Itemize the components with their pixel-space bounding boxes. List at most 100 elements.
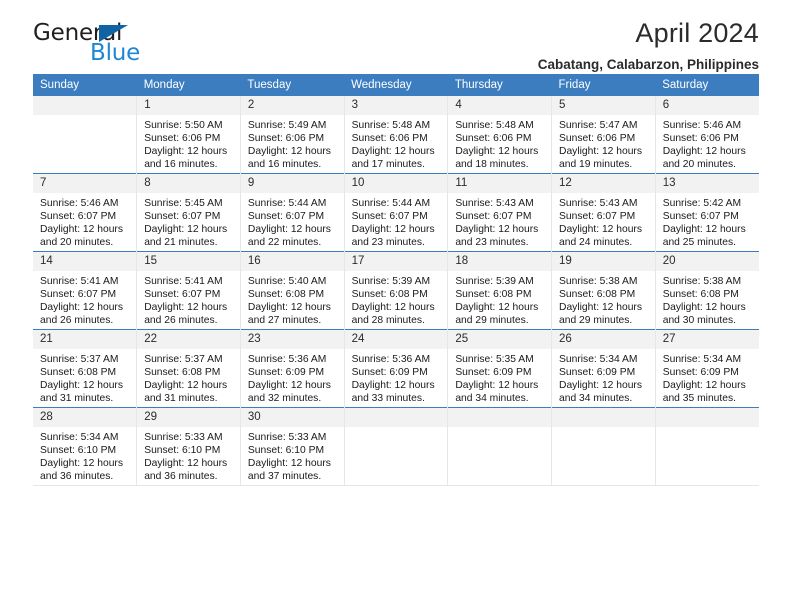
weekday-header-row: Sunday Monday Tuesday Wednesday Thursday Frid… [33, 74, 759, 96]
sunrise-time: Sunrise: 5:38 AM [559, 276, 638, 287]
day-number: 26 [552, 330, 655, 349]
daylight-duration-line1: Daylight: 12 hours [662, 380, 746, 392]
day-details: Sunrise: 5:41 AM Sunset: 6:07 PM Daylight:… [33, 271, 136, 327]
day-number: 8 [137, 174, 240, 193]
day-number: 7 [33, 174, 137, 193]
daylight-duration-line1: Daylight: 12 hours [40, 458, 123, 470]
calendar-day-cell[interactable]: 1 Sunrise: 5:50 AM Sunset: 6:06 PM Daylight… [136, 96, 241, 174]
weekday-header-wednesday: Wednesday [344, 74, 448, 96]
sunset-time: Sunset: 6:06 PM [351, 133, 428, 145]
sunset-time: Sunset: 6:07 PM [662, 211, 739, 223]
calendar-day-cell[interactable]: 14 Sunrise: 5:41 AM Sunset: 6:07 PM Dayligh… [33, 251, 137, 330]
calendar-day-cell[interactable]: 6 Sunrise: 5:46 AM Sunset: 6:06 PM Daylight… [654, 96, 759, 174]
day-number: 1 [137, 96, 240, 115]
daylight-duration-line2: and 18 minutes. [455, 159, 529, 171]
sunrise-sunset-calendar: Sunday Monday Tuesday Wednesday Thursday Frid… [33, 74, 759, 486]
calendar-day-cell[interactable]: 7 Sunrise: 5:46 AM Sunset: 6:07 PM Daylight… [33, 173, 137, 252]
weekday-header-thursday: Thursday [447, 74, 552, 96]
calendar-day-cell[interactable]: 3 Sunrise: 5:48 AM Sunset: 6:06 PM Daylight… [343, 96, 448, 174]
day-details: Sunrise: 5:48 AM Sunset: 6:06 PM Daylight:… [448, 115, 551, 171]
sunset-time: Sunset: 6:06 PM [559, 133, 636, 145]
sunset-time: Sunset: 6:10 PM [144, 445, 221, 457]
sunrise-time: Sunrise: 5:40 AM [247, 276, 327, 287]
calendar-day-cell[interactable]: 15 Sunrise: 5:41 AM Sunset: 6:07 PM Dayligh… [136, 251, 241, 330]
daylight-duration-line2: and 26 minutes. [40, 315, 114, 327]
calendar-day-cell[interactable]: 30 Sunrise: 5:33 AM Sunset: 6:10 PM Dayligh… [239, 407, 345, 486]
day-number: 3 [344, 96, 448, 115]
daylight-duration-line2: and 26 minutes. [144, 315, 218, 327]
sunset-time: Sunset: 6:06 PM [247, 133, 325, 145]
day-number: 29 [137, 408, 240, 427]
calendar-week-row: 21 Sunrise: 5:37 AM Sunset: 6:08 PM Dayligh… [33, 329, 759, 408]
day-details: Sunrise: 5:37 AM Sunset: 6:08 PM Daylight:… [137, 349, 240, 405]
day-number [552, 408, 655, 427]
weekday-header-friday: Friday [551, 74, 656, 96]
day-details: Sunrise: 5:47 AM Sunset: 6:06 PM Daylight:… [552, 115, 655, 171]
calendar-day-cell[interactable]: 11 Sunrise: 5:43 AM Sunset: 6:07 PM Dayligh… [447, 173, 552, 252]
daylight-duration-line2: and 31 minutes. [40, 393, 114, 405]
day-details: Sunrise: 5:48 AM Sunset: 6:06 PM Daylight:… [345, 115, 448, 171]
daylight-duration-line2: and 23 minutes. [455, 237, 529, 249]
daylight-duration-line1: Daylight: 12 hours [247, 302, 331, 314]
calendar-day-cell[interactable]: 17 Sunrise: 5:39 AM Sunset: 6:08 PM Dayligh… [343, 251, 448, 330]
calendar-day-cell[interactable]: 29 Sunrise: 5:33 AM Sunset: 6:10 PM Dayligh… [136, 407, 241, 486]
day-number: 25 [448, 330, 552, 349]
calendar-cell-empty [343, 407, 448, 486]
day-number: 23 [240, 330, 344, 349]
calendar-day-cell[interactable]: 27 Sunrise: 5:34 AM Sunset: 6:09 PM Dayligh… [654, 329, 759, 408]
day-details: Sunrise: 5:38 AM Sunset: 6:08 PM Daylight:… [656, 271, 759, 327]
sunset-time: Sunset: 6:07 PM [40, 211, 117, 223]
calendar-day-cell[interactable]: 16 Sunrise: 5:40 AM Sunset: 6:08 PM Dayligh… [239, 251, 345, 330]
daylight-duration-line2: and 34 minutes. [559, 393, 633, 405]
calendar-day-cell[interactable]: 28 Sunrise: 5:34 AM Sunset: 6:10 PM Dayligh… [33, 407, 137, 486]
calendar-day-cell[interactable]: 25 Sunrise: 5:35 AM Sunset: 6:09 PM Dayligh… [447, 329, 552, 408]
day-details: Sunrise: 5:35 AM Sunset: 6:09 PM Daylight:… [448, 349, 551, 405]
general-blue-logo[interactable]: General Blue [33, 22, 273, 70]
calendar-day-cell[interactable]: 22 Sunrise: 5:37 AM Sunset: 6:08 PM Dayligh… [136, 329, 241, 408]
calendar-day-cell[interactable]: 19 Sunrise: 5:38 AM Sunset: 6:08 PM Dayligh… [551, 251, 656, 330]
day-details: Sunrise: 5:42 AM Sunset: 6:07 PM Daylight:… [656, 193, 759, 249]
sunset-time: Sunset: 6:07 PM [455, 211, 532, 223]
daylight-duration-line1: Daylight: 12 hours [559, 146, 643, 158]
sunset-time: Sunset: 6:07 PM [247, 211, 325, 223]
sunset-time: Sunset: 6:09 PM [247, 367, 325, 379]
calendar-day-cell[interactable]: 23 Sunrise: 5:36 AM Sunset: 6:09 PM Dayligh… [239, 329, 345, 408]
day-details: Sunrise: 5:41 AM Sunset: 6:07 PM Daylight:… [137, 271, 240, 327]
day-number: 27 [655, 330, 759, 349]
calendar-cell-empty [447, 407, 552, 486]
sunset-time: Sunset: 6:08 PM [559, 289, 636, 301]
calendar-day-cell[interactable]: 13 Sunrise: 5:42 AM Sunset: 6:07 PM Dayligh… [654, 173, 759, 252]
daylight-duration-line1: Daylight: 12 hours [662, 302, 746, 314]
sunset-time: Sunset: 6:08 PM [247, 289, 325, 301]
daylight-duration-line2: and 21 minutes. [144, 237, 218, 249]
calendar-day-cell[interactable]: 20 Sunrise: 5:38 AM Sunset: 6:08 PM Dayligh… [654, 251, 759, 330]
day-number [448, 408, 552, 427]
day-details: Sunrise: 5:44 AM Sunset: 6:07 PM Daylight:… [241, 193, 344, 249]
day-number: 2 [240, 96, 344, 115]
day-number: 19 [552, 252, 655, 271]
day-number: 14 [33, 252, 137, 271]
daylight-duration-line2: and 20 minutes. [662, 159, 736, 171]
sunrise-time: Sunrise: 5:34 AM [40, 432, 119, 443]
calendar-day-cell[interactable]: 8 Sunrise: 5:45 AM Sunset: 6:07 PM Daylight… [136, 173, 241, 252]
calendar-day-cell[interactable]: 5 Sunrise: 5:47 AM Sunset: 6:06 PM Daylight… [551, 96, 656, 174]
calendar-day-cell[interactable]: 21 Sunrise: 5:37 AM Sunset: 6:08 PM Dayligh… [33, 329, 137, 408]
calendar-day-cell[interactable]: 2 Sunrise: 5:49 AM Sunset: 6:06 PM Daylight… [239, 96, 345, 174]
daylight-duration-line2: and 36 minutes. [144, 471, 218, 483]
calendar-day-cell[interactable]: 24 Sunrise: 5:36 AM Sunset: 6:09 PM Dayligh… [343, 329, 448, 408]
calendar-day-cell[interactable]: 18 Sunrise: 5:39 AM Sunset: 6:08 PM Dayligh… [447, 251, 552, 330]
sunrise-time: Sunrise: 5:49 AM [247, 120, 327, 131]
calendar-day-cell[interactable]: 26 Sunrise: 5:34 AM Sunset: 6:09 PM Dayligh… [551, 329, 656, 408]
calendar-day-cell[interactable]: 10 Sunrise: 5:44 AM Sunset: 6:07 PM Dayligh… [343, 173, 448, 252]
calendar-day-cell[interactable]: 9 Sunrise: 5:44 AM Sunset: 6:07 PM Daylight… [239, 173, 345, 252]
sunset-time: Sunset: 6:06 PM [455, 133, 532, 145]
sunrise-time: Sunrise: 5:37 AM [144, 354, 223, 365]
sunrise-time: Sunrise: 5:43 AM [559, 198, 638, 209]
day-details: Sunrise: 5:39 AM Sunset: 6:08 PM Daylight:… [448, 271, 551, 327]
day-details: Sunrise: 5:49 AM Sunset: 6:06 PM Daylight:… [241, 115, 344, 171]
day-number [33, 96, 137, 115]
day-details: Sunrise: 5:43 AM Sunset: 6:07 PM Daylight:… [552, 193, 655, 249]
calendar-day-cell[interactable]: 4 Sunrise: 5:48 AM Sunset: 6:06 PM Daylight… [447, 96, 552, 174]
calendar-day-cell[interactable]: 12 Sunrise: 5:43 AM Sunset: 6:07 PM Dayligh… [551, 173, 656, 252]
sunrise-time: Sunrise: 5:34 AM [662, 354, 742, 365]
